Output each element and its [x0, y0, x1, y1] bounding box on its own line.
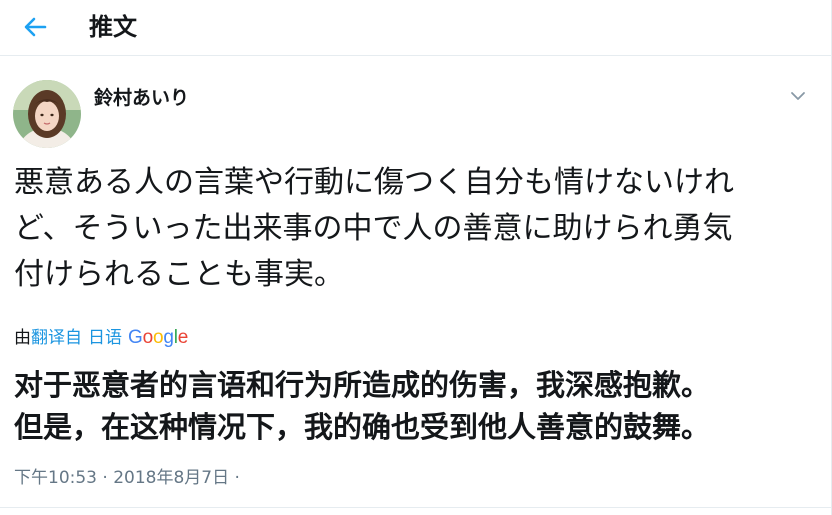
chevron-down-icon [791, 92, 805, 100]
tweet-text-line: 付けられることも事実。 [14, 257, 344, 292]
tweet-detail-page: 推文 鈴村あいり 悪意ある人の言葉や行動に傷つく自分も情けないけれ ど、そういっ… [0, 0, 832, 515]
translated-text-line: 但是，在这种情况下，我的确也受到他人善意的鼓舞。 [14, 410, 711, 444]
profile-photo [13, 80, 81, 148]
tweet-timestamp: 下午10:53 · 2018年8月7日 · [14, 466, 240, 490]
tweet-menu-button[interactable] [784, 84, 812, 108]
avatar[interactable] [13, 80, 81, 148]
top-bar: 推文 [0, 0, 831, 56]
google-logo: Google [128, 327, 189, 348]
tweet-text-line: ど、そういった出来事の中で人の善意に助けられ勇気 [14, 211, 733, 246]
tweet-text: 悪意ある人の言葉や行動に傷つく自分も情けないけれ ど、そういった出来事の中で人の… [14, 160, 814, 298]
translation-prefix: 由 [14, 328, 31, 348]
meta-separator-trailing: · [229, 468, 240, 488]
translated-text-line: 对于恶意者的言语和行为所造成的伤害，我深感抱歉。 [14, 368, 711, 402]
source-language-link[interactable]: 日语 [88, 325, 122, 351]
meta-separator: · [97, 468, 114, 488]
translate-link[interactable]: 翻译自 [31, 325, 82, 351]
tweet-text-line: 悪意ある人の言葉や行動に傷つく自分も情けないけれ [14, 165, 734, 200]
divider [0, 507, 831, 508]
translation-attribution: 由 翻译自 日语 Google [14, 325, 188, 351]
back-button[interactable] [18, 10, 52, 44]
page-title: 推文 [89, 13, 137, 41]
tweet-date[interactable]: 2018年8月7日 [113, 468, 229, 488]
arrow-left-icon [24, 17, 47, 37]
author-name[interactable]: 鈴村あいり [94, 84, 189, 112]
tweet-time[interactable]: 下午10:53 [14, 468, 97, 488]
translated-text: 对于恶意者的言语和行为所造成的伤害，我深感抱歉。 但是，在这种情况下，我的确也受… [14, 364, 814, 448]
